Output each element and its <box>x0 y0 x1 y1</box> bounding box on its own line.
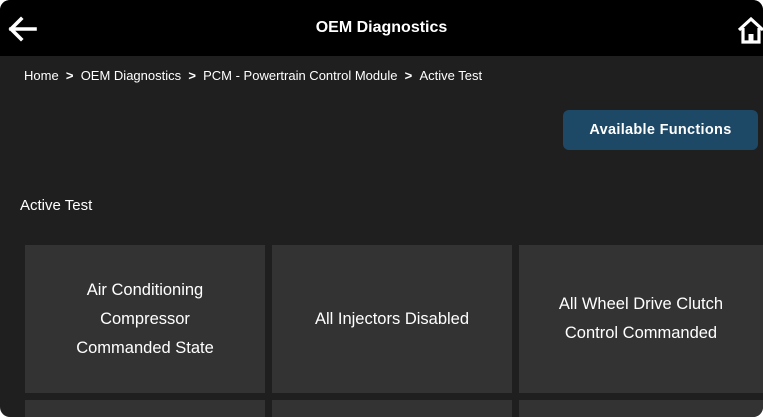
test-tile[interactable] <box>272 400 512 417</box>
test-tile-injectors-disabled[interactable]: All Injectors Disabled <box>272 245 512 393</box>
test-tile-ac-compressor[interactable]: Air Conditioning Compressor Commanded St… <box>25 245 265 393</box>
breadcrumb-home[interactable]: Home <box>24 68 59 83</box>
test-tile-label: All Injectors Disabled <box>314 309 470 328</box>
breadcrumb-active-test: Active Test <box>419 67 483 83</box>
app-window: OEM Diagnostics Home > OEM Diagnostics >… <box>0 0 763 417</box>
page-title: OEM Diagnostics <box>315 19 448 36</box>
breadcrumb: Home > OEM Diagnostics > PCM - Powertrai… <box>24 66 482 84</box>
home-button[interactable] <box>736 16 763 44</box>
chevron-right-icon: > <box>65 67 74 83</box>
breadcrumb-oem-diagnostics[interactable]: OEM Diagnostics <box>81 68 181 83</box>
test-tile-label: Air Conditioning Compressor Commanded St… <box>76 280 214 357</box>
section-title: Active Test <box>20 197 93 214</box>
breadcrumb-pcm[interactable]: PCM - Powertrain Control Module <box>203 68 397 83</box>
test-tile[interactable] <box>519 400 763 417</box>
header-bar: OEM Diagnostics <box>0 0 763 56</box>
test-tile-awd-clutch[interactable]: All Wheel Drive Clutch Control Commanded <box>519 245 763 393</box>
test-tile-label: All Wheel Drive Clutch Control Commanded <box>558 295 724 342</box>
available-functions-button[interactable]: Available Functions <box>563 110 758 150</box>
arrow-left-icon <box>8 16 37 42</box>
home-icon <box>737 16 763 44</box>
back-button[interactable] <box>8 16 38 42</box>
chevron-right-icon: > <box>404 67 413 83</box>
chevron-right-icon: > <box>188 67 196 83</box>
test-tile[interactable] <box>25 400 265 417</box>
